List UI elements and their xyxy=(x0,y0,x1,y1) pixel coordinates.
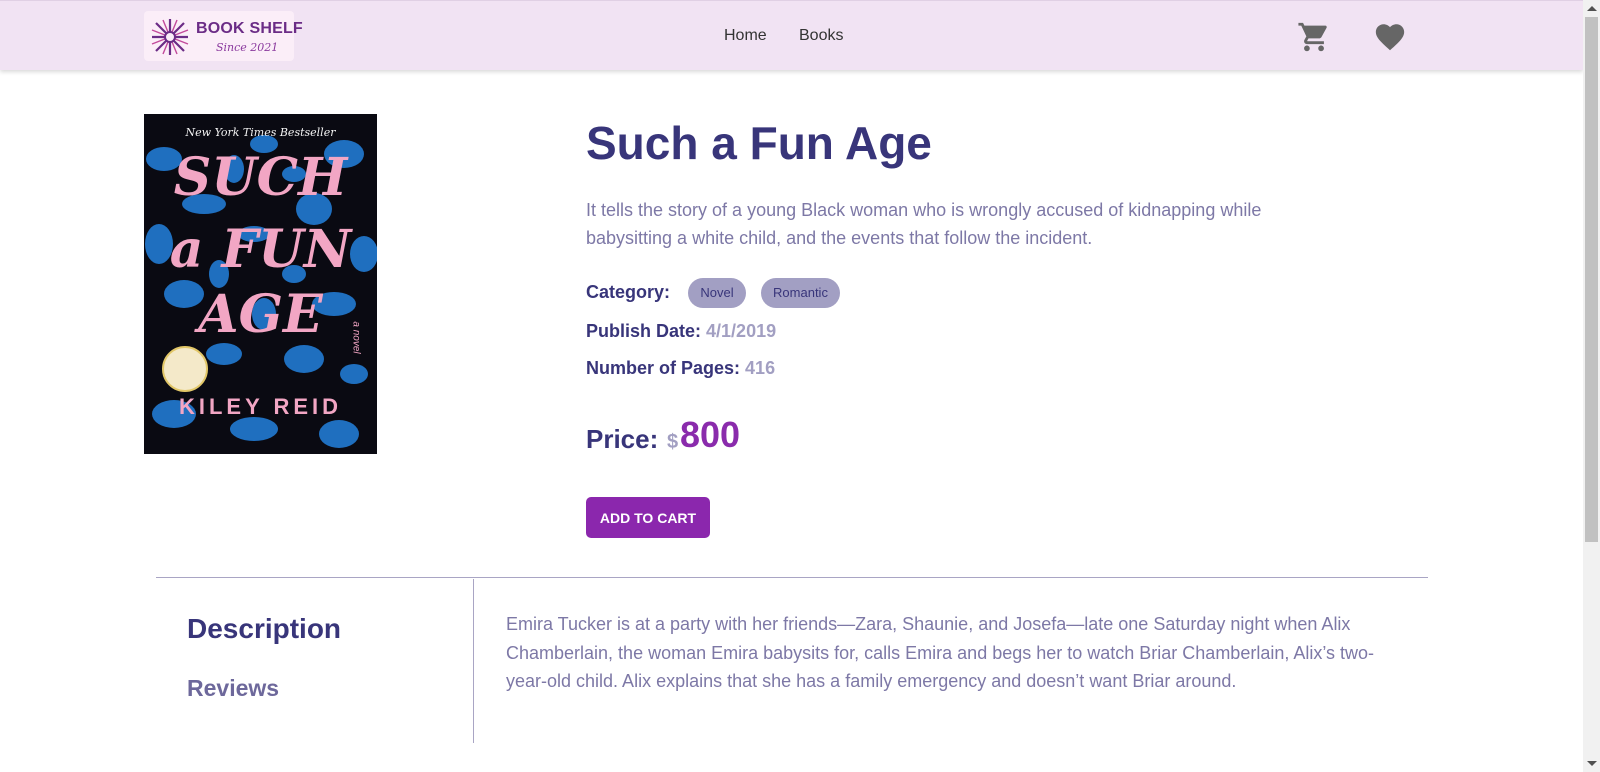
nav-books-link[interactable]: Books xyxy=(799,27,843,45)
publish-date-label: Publish Date: xyxy=(586,321,702,341)
book-summary: It tells the story of a young Black woma… xyxy=(586,200,1262,248)
category-label: Category: xyxy=(586,282,671,302)
logo-title: BOOK SHELF xyxy=(196,20,303,37)
pages-value: 416 xyxy=(745,358,776,378)
logo-emblem-icon xyxy=(151,19,189,55)
book-title: Such a Fun Age xyxy=(586,117,932,169)
page-scrollbar[interactable] xyxy=(1583,0,1600,772)
publish-date-row: Publish Date: 4/1/2019 xyxy=(586,321,776,342)
cover-title-line-3: AGE xyxy=(198,284,323,345)
tab-description[interactable]: Description xyxy=(187,613,341,645)
logo-subtitle: Since 2021 xyxy=(216,41,279,54)
price-currency: $ xyxy=(667,431,679,453)
heart-icon[interactable] xyxy=(1373,20,1407,54)
section-divider xyxy=(156,577,1428,578)
book-club-seal-icon xyxy=(162,346,208,392)
cart-icon[interactable] xyxy=(1297,20,1331,54)
add-to-cart-button[interactable]: ADD TO CART xyxy=(586,497,710,538)
tab-reviews[interactable]: Reviews xyxy=(187,675,279,702)
navbar: BOOK SHELF Since 2021 Home Books xyxy=(0,0,1583,70)
cover-tagline: New York Times Bestseller xyxy=(185,126,336,139)
category-chip-romantic[interactable]: Romantic xyxy=(761,278,840,308)
publish-date-value: 4/1/2019 xyxy=(706,321,777,341)
price-label: Price: xyxy=(586,424,659,454)
scroll-down-arrow-icon[interactable] xyxy=(1587,761,1597,766)
category-chip-novel[interactable]: Novel xyxy=(688,278,746,308)
nav-home-link[interactable]: Home xyxy=(724,27,767,45)
price-amount: 800 xyxy=(680,414,741,455)
pages-label: Number of Pages: xyxy=(586,358,741,378)
cover-author: KILEY REID xyxy=(178,394,343,419)
cover-title-line-1: SUCH xyxy=(173,147,348,208)
cover-title-line-2: a FUN xyxy=(169,219,352,280)
logo[interactable]: BOOK SHELF Since 2021 xyxy=(144,11,303,61)
book-cover-image: New York Times Bestseller SUCH a FUN AGE… xyxy=(144,114,377,454)
pages-row: Number of Pages: 416 xyxy=(586,358,775,379)
scroll-thumb[interactable] xyxy=(1585,17,1598,542)
scroll-up-arrow-icon[interactable] xyxy=(1587,6,1597,11)
description-text: Emira Tucker is at a party with her frie… xyxy=(506,614,1375,691)
tab-divider xyxy=(473,579,474,743)
cover-subtitle: a novel xyxy=(350,321,362,354)
